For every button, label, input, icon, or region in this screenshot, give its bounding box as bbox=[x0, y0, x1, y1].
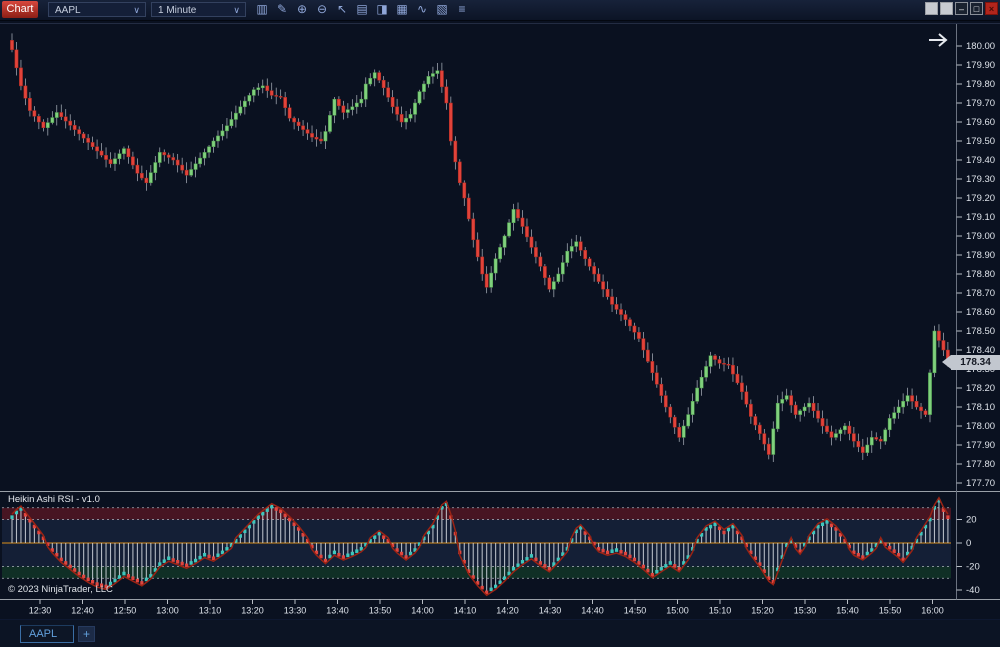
time-axis-label: 13:20 bbox=[241, 606, 264, 616]
interval-select-value: 1 Minute bbox=[158, 5, 196, 16]
chart-trader-icon[interactable]: ◨ bbox=[372, 0, 392, 19]
time-axis-label: 15:20 bbox=[751, 606, 774, 616]
time-axis-label: 14:40 bbox=[581, 606, 604, 616]
time-axis[interactable]: 12:30 12:40 12:50 13:00 13:10 13:20 13:30 13:40… bbox=[29, 600, 944, 616]
restore-button[interactable]: □ bbox=[970, 2, 983, 15]
price-axis-label: 177.80 bbox=[966, 459, 995, 470]
price-axis-label: 177.70 bbox=[966, 478, 995, 489]
price-axis-label: 178.50 bbox=[966, 326, 995, 337]
properties-icon[interactable]: ▧ bbox=[432, 0, 452, 19]
copyright-text: © 2023 NinjaTrader, LLC bbox=[8, 584, 113, 595]
price-axis-label: 179.80 bbox=[966, 79, 995, 90]
last-price-marker-arrow bbox=[942, 355, 951, 369]
data-series-icon[interactable]: ▤ bbox=[352, 0, 372, 19]
time-axis-label: 14:10 bbox=[454, 606, 477, 616]
price-axis-label: 178.10 bbox=[966, 402, 995, 413]
time-axis-label: 15:40 bbox=[836, 606, 859, 616]
price-axis-label: 179.60 bbox=[966, 117, 995, 128]
price-axis-label: 178.80 bbox=[966, 269, 995, 280]
time-axis-label: 13:50 bbox=[369, 606, 392, 616]
toolbar: Chart AAPL ∨ 1 Minute ∨ ▥✎⊕⊖↖▤◨▦∿▧≡ –□× bbox=[0, 0, 1000, 21]
chart-canvas[interactable]: 180.00 179.90 179.80 179.70 179.60 179.50 179.… bbox=[0, 0, 1000, 647]
time-axis-label: 14:50 bbox=[624, 606, 647, 616]
tab-aapl[interactable]: AAPL bbox=[20, 625, 74, 643]
chart-window: 180.00 179.90 179.80 179.70 179.60 179.50 179.… bbox=[0, 0, 1000, 647]
last-price-value: 178.34 bbox=[951, 355, 1000, 370]
window-controls: –□× bbox=[923, 2, 998, 16]
price-axis[interactable]: 180.00 179.90 179.80 179.70 179.60 179.50 179.… bbox=[957, 41, 996, 489]
interval-select[interactable]: 1 Minute ∨ bbox=[151, 2, 246, 17]
time-axis-label: 15:30 bbox=[794, 606, 817, 616]
rsi-axis-label: 0 bbox=[966, 538, 971, 549]
price-axis-label: 179.00 bbox=[966, 231, 995, 242]
time-axis-label: 13:30 bbox=[284, 606, 307, 616]
price-axis-label: 178.00 bbox=[966, 421, 995, 432]
time-axis-label: 13:40 bbox=[326, 606, 349, 616]
price-axis-label: 179.90 bbox=[966, 60, 995, 71]
layout-slot-1-button[interactable] bbox=[925, 2, 938, 15]
time-axis-label: 16:00 bbox=[921, 606, 944, 616]
layout-slot-2-button[interactable] bbox=[940, 2, 953, 15]
draw-tools-icon[interactable]: ✎ bbox=[272, 0, 292, 19]
time-axis-label: 14:30 bbox=[539, 606, 562, 616]
minimize-button[interactable]: – bbox=[955, 2, 968, 15]
symbol-select-value: AAPL bbox=[55, 5, 81, 16]
close-button[interactable]: × bbox=[985, 2, 998, 15]
window-title-badge: Chart bbox=[2, 1, 38, 18]
chevron-down-icon: ∨ bbox=[133, 3, 140, 18]
heikin-ashi-rsi-panel: 20 0 -20 -40 bbox=[2, 498, 980, 596]
strategies-icon[interactable]: ∿ bbox=[412, 0, 432, 19]
indicators-icon[interactable]: ▦ bbox=[392, 0, 412, 19]
tab-bar: AAPL + bbox=[0, 619, 1000, 647]
time-axis-label: 13:00 bbox=[156, 606, 179, 616]
price-axis-label: 179.70 bbox=[966, 98, 995, 109]
price-axis-label: 179.50 bbox=[966, 136, 995, 147]
chevron-down-icon: ∨ bbox=[233, 3, 240, 18]
time-axis-label: 15:00 bbox=[666, 606, 689, 616]
cursor-icon[interactable]: ↖ bbox=[332, 0, 352, 19]
candlestick-series bbox=[10, 33, 949, 462]
price-axis-label: 178.20 bbox=[966, 383, 995, 394]
price-axis-label: 180.00 bbox=[966, 41, 995, 52]
price-axis-label: 179.20 bbox=[966, 193, 995, 204]
indicator-title: Heikin Ashi RSI - v1.0 bbox=[8, 494, 100, 505]
time-axis-label: 12:40 bbox=[71, 606, 94, 616]
zoom-out-icon[interactable]: ⊖ bbox=[312, 0, 332, 19]
time-axis-label: 13:10 bbox=[199, 606, 222, 616]
price-axis-label: 178.60 bbox=[966, 307, 995, 318]
rsi-axis-label: 20 bbox=[966, 515, 977, 526]
price-axis-label: 179.30 bbox=[966, 174, 995, 185]
price-axis-label: 179.10 bbox=[966, 212, 995, 223]
time-axis-label: 12:50 bbox=[114, 606, 137, 616]
rsi-axis-label: -20 bbox=[966, 562, 980, 573]
price-axis-label: 178.70 bbox=[966, 288, 995, 299]
zoom-in-icon[interactable]: ⊕ bbox=[292, 0, 312, 19]
toolbar-icons: ▥✎⊕⊖↖▤◨▦∿▧≡ bbox=[252, 0, 472, 20]
settings-list-icon[interactable]: ≡ bbox=[452, 0, 472, 19]
time-axis-label: 15:10 bbox=[709, 606, 732, 616]
go-to-end-arrow-icon[interactable] bbox=[929, 34, 946, 46]
rsi-axis-label: -40 bbox=[966, 585, 980, 596]
symbol-select[interactable]: AAPL ∨ bbox=[48, 2, 146, 17]
time-axis-label: 14:20 bbox=[496, 606, 519, 616]
time-axis-label: 14:00 bbox=[411, 606, 434, 616]
chart-style-icon[interactable]: ▥ bbox=[252, 0, 272, 19]
time-axis-label: 12:30 bbox=[29, 606, 52, 616]
add-tab-button[interactable]: + bbox=[78, 626, 95, 642]
price-axis-label: 179.40 bbox=[966, 155, 995, 166]
price-axis-label: 178.90 bbox=[966, 250, 995, 261]
time-axis-label: 15:50 bbox=[879, 606, 902, 616]
price-axis-label: 177.90 bbox=[966, 440, 995, 451]
